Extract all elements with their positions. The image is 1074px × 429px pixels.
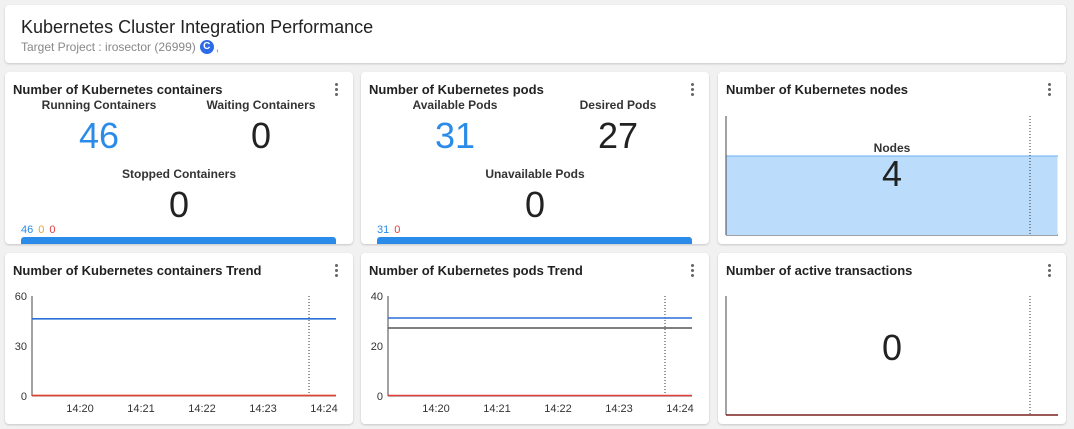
stat-value: 31 xyxy=(434,115,476,156)
waiting-containers-stat: Waiting Containers 0 xyxy=(201,98,321,156)
x-tick-label: 14:24 xyxy=(666,403,694,415)
card-title: Number of Kubernetes containers xyxy=(13,82,223,97)
stat-label: Stopped Containers xyxy=(121,167,236,181)
y-tick-label: 40 xyxy=(371,291,383,303)
x-tick-label: 14:22 xyxy=(188,403,216,415)
card-title: Number of Kubernetes pods xyxy=(369,82,544,97)
project-badge-icon[interactable]: C xyxy=(199,40,214,54)
dashboard-header: Kubernetes Cluster Integration Performan… xyxy=(5,5,1066,63)
badge-separator: , xyxy=(215,40,220,54)
desired-pods-stat: Desired Pods 27 xyxy=(558,98,678,156)
stat-value: 0 xyxy=(168,184,190,225)
active-transactions-card: Number of active transactions 0 xyxy=(718,253,1066,424)
x-tick-label: 14:21 xyxy=(483,403,511,415)
stat-value: 0 xyxy=(250,115,272,156)
active-transactions-value: 0 xyxy=(881,327,903,368)
stat-value: 4 xyxy=(881,153,903,194)
x-tick-label: 14:20 xyxy=(66,403,94,415)
legend-stopped: 0 xyxy=(49,224,56,236)
y-tick-label: 60 xyxy=(15,291,27,303)
pods-card: Number of Kubernetes pods Available Pods… xyxy=(361,72,709,244)
page-title: Kubernetes Cluster Integration Performan… xyxy=(21,17,374,37)
stat-label: Running Containers xyxy=(41,98,157,112)
legend-unavailable: 0 xyxy=(394,224,401,236)
stat-label: Waiting Containers xyxy=(206,98,316,112)
stat-label: Desired Pods xyxy=(579,98,657,112)
containers-trend-card: Number of Kubernetes containers Trend 03… xyxy=(5,253,353,424)
y-tick-label: 0 xyxy=(377,391,383,403)
stat-value: 46 xyxy=(78,115,120,156)
target-project-label: Target Project : irosector (26999) xyxy=(21,40,196,54)
unavailable-pods-stat: Unavailable Pods 0 xyxy=(475,167,595,225)
status-legend: 46 0 0 xyxy=(21,224,56,236)
nodes-stat: Nodes 4 xyxy=(832,141,952,194)
containers-card: Number of Kubernetes containers Running … xyxy=(5,72,353,244)
y-tick-label: 30 xyxy=(15,341,27,353)
nodes-card: Number of Kubernetes nodes Nodes 4 xyxy=(718,72,1066,244)
pods-trend-card: Number of Kubernetes pods Trend 0 20 40 14:… xyxy=(361,253,709,424)
x-tick-label: 14:23 xyxy=(249,403,277,415)
x-tick-label: 14:21 xyxy=(127,403,155,415)
containers-trend-chart: 0 30 60 14:20 14:21 14:22 14:23 14:24 xyxy=(15,291,338,415)
legend-available: 31 xyxy=(377,224,390,236)
x-tick-label: 14:20 xyxy=(422,403,450,415)
stat-value: 0 xyxy=(524,184,546,225)
more-menu-icon[interactable] xyxy=(691,83,695,98)
more-menu-icon[interactable] xyxy=(335,83,339,98)
running-containers-stat: Running Containers 46 xyxy=(39,98,159,156)
available-pods-stat: Available Pods 31 xyxy=(395,98,515,156)
x-tick-label: 14:24 xyxy=(310,403,338,415)
legend-waiting: 0 xyxy=(38,224,45,236)
y-tick-label: 20 xyxy=(371,341,383,353)
status-distribution-bar xyxy=(377,237,692,244)
x-tick-label: 14:22 xyxy=(544,403,572,415)
stat-label: Unavailable Pods xyxy=(485,167,585,181)
legend-running: 46 xyxy=(21,224,34,236)
y-tick-label: 0 xyxy=(21,391,27,403)
target-project: Target Project : irosector (26999) C , xyxy=(21,40,219,54)
stopped-containers-stat: Stopped Containers 0 xyxy=(119,167,239,225)
status-distribution-bar xyxy=(21,237,336,244)
stat-label: Available Pods xyxy=(412,98,498,112)
stat-value: 27 xyxy=(597,115,639,156)
x-tick-label: 14:23 xyxy=(605,403,633,415)
pods-trend-chart: 0 20 40 14:20 14:21 14:22 14:23 14:24 xyxy=(371,291,694,415)
status-legend: 31 0 xyxy=(377,224,400,236)
